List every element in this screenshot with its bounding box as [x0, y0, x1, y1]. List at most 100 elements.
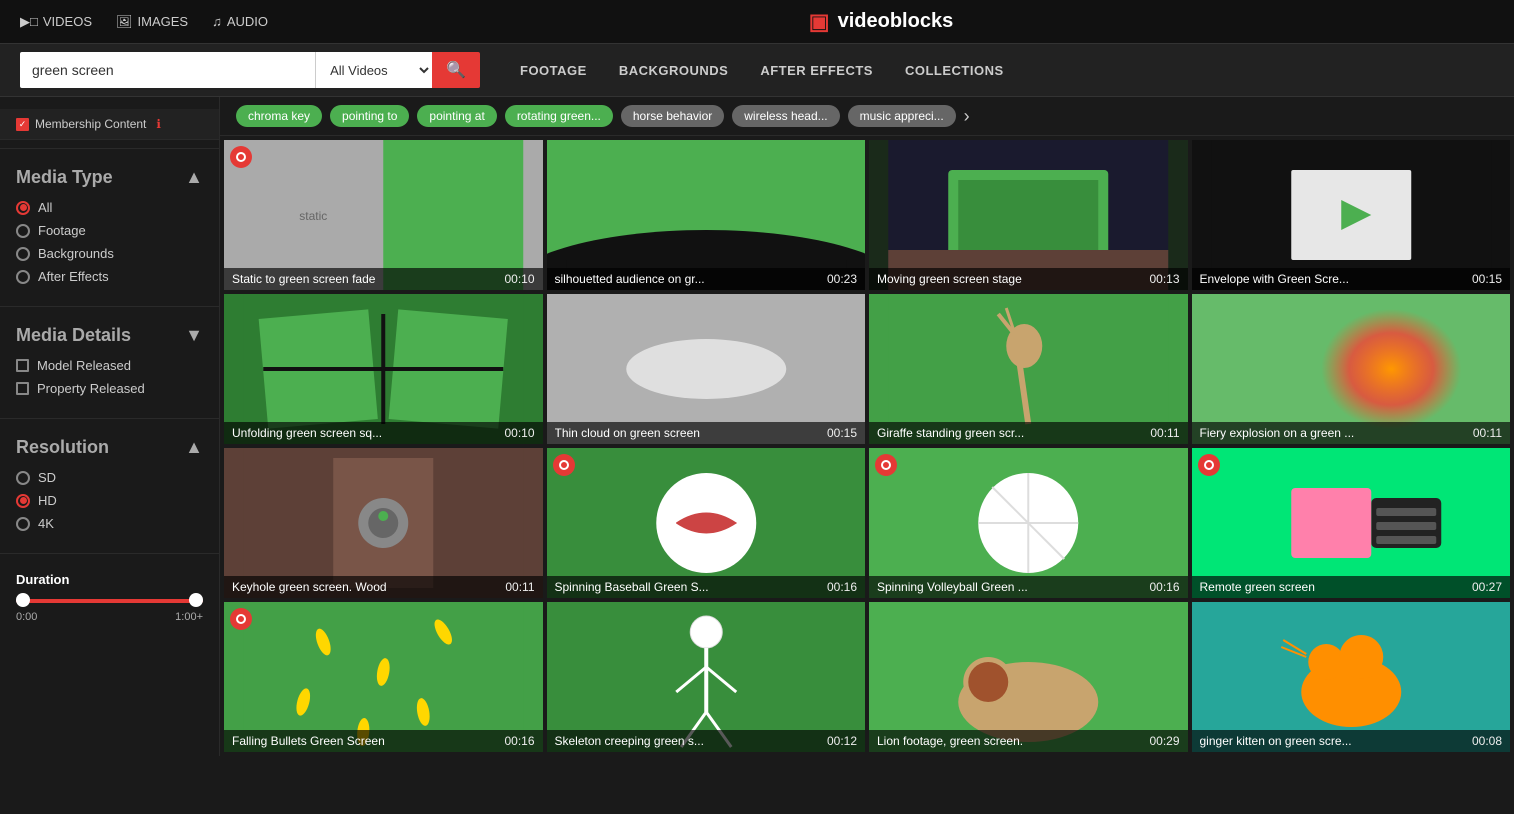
checkbox-property-released[interactable]: [16, 382, 29, 395]
search-bar: All Videos Footage Backgrounds After Eff…: [0, 44, 1514, 97]
video-duration: 00:15: [827, 426, 857, 440]
video-card[interactable]: Remote green screen00:27: [1192, 448, 1511, 598]
video-duration: 00:29: [1149, 734, 1179, 748]
tab-footage[interactable]: FOOTAGE: [504, 55, 603, 86]
main-layout: Membership Content ℹ Media Type ▲ All Fo…: [0, 97, 1514, 756]
video-title: Keyhole green screen. Wood: [232, 580, 387, 594]
nav-images[interactable]: 🖼 IMAGES: [116, 14, 188, 30]
video-caption: Spinning Volleyball Green ...00:16: [869, 576, 1188, 598]
video-card[interactable]: Thin cloud on green screen00:15: [547, 294, 866, 444]
resolution-title: Resolution ▲: [16, 437, 203, 458]
video-card[interactable]: Giraffe standing green scr...00:11: [869, 294, 1188, 444]
slider-thumb-right[interactable]: [189, 593, 203, 607]
video-title: Fiery explosion on a green ...: [1200, 426, 1355, 440]
sidebar-item-4k[interactable]: 4K: [16, 512, 203, 535]
video-caption: Lion footage, green screen.00:29: [869, 730, 1188, 752]
video-card[interactable]: Fiery explosion on a green ...00:11: [1192, 294, 1511, 444]
chip-chroma-key[interactable]: chroma key: [236, 105, 322, 127]
video-caption: Falling Bullets Green Screen00:16: [224, 730, 543, 752]
radio-footage: [16, 224, 30, 238]
video-card[interactable]: Spinning Volleyball Green ...00:16: [869, 448, 1188, 598]
sidebar-item-footage[interactable]: Footage: [16, 219, 203, 242]
slider-thumb-left[interactable]: [16, 593, 30, 607]
sidebar-item-after-effects[interactable]: After Effects: [16, 265, 203, 288]
chips-next-arrow[interactable]: ›: [964, 106, 970, 127]
chip-horse-behavior[interactable]: horse behavior: [621, 105, 724, 127]
video-title: Moving green screen stage: [877, 272, 1022, 286]
video-card[interactable]: Falling Bullets Green Screen00:16: [224, 602, 543, 752]
video-membership-badge: [875, 454, 897, 476]
video-card[interactable]: ginger kitten on green scre...00:08: [1192, 602, 1511, 752]
video-card[interactable]: Skeleton creeping green s... 00:12: [547, 602, 866, 752]
radio-4k: [16, 517, 30, 531]
video-membership-badge: [1198, 454, 1220, 476]
nav-audio[interactable]: ♫ AUDIO: [212, 14, 268, 29]
radio-all: [16, 201, 30, 215]
video-duration: 00:16: [1149, 580, 1179, 594]
logo-text: videoblocks: [838, 10, 954, 33]
chip-music-appreci[interactable]: music appreci...: [848, 105, 956, 127]
chip-rotating-green[interactable]: rotating green...: [505, 105, 613, 127]
video-caption: Spinning Baseball Green S...00:16: [547, 576, 866, 598]
badge-icon: [881, 460, 891, 470]
tab-after-effects[interactable]: AFTER EFFECTS: [744, 55, 889, 86]
logo[interactable]: ▣ videoblocks: [809, 9, 953, 35]
video-title: Static to green screen fade: [232, 272, 375, 286]
video-caption: Thin cloud on green screen00:15: [547, 422, 866, 444]
badge-icon: [1204, 460, 1214, 470]
sidebar-item-property-released[interactable]: Property Released: [16, 377, 203, 400]
search-button[interactable]: 🔍: [432, 52, 480, 88]
video-card[interactable]: Lion footage, green screen.00:29: [869, 602, 1188, 752]
slider-fill: [16, 599, 203, 603]
chip-pointing-at[interactable]: pointing at: [417, 105, 496, 127]
video-title: Skeleton creeping green s...: [555, 734, 704, 748]
video-card[interactable]: silhouetted audience on gr...00:23: [547, 140, 866, 290]
video-title: ginger kitten on green scre...: [1200, 734, 1352, 748]
radio-all-inner: [20, 204, 27, 211]
sidebar-item-sd[interactable]: SD: [16, 466, 203, 489]
chip-wireless-head[interactable]: wireless head...: [732, 105, 839, 127]
video-duration: 00:10: [504, 426, 534, 440]
chip-pointing-to[interactable]: pointing to: [330, 105, 409, 127]
tab-backgrounds[interactable]: BACKGROUNDS: [603, 55, 745, 86]
video-caption: Skeleton creeping green s... 00:12: [547, 730, 866, 752]
resolution-chevron-icon[interactable]: ▲: [185, 437, 203, 458]
media-type-chevron-icon[interactable]: ▲: [185, 167, 203, 188]
sidebar-item-hd[interactable]: HD: [16, 489, 203, 512]
top-nav-links: ▶□ VIDEOS 🖼 IMAGES ♫ AUDIO: [20, 14, 268, 30]
video-duration: 00:10: [504, 272, 534, 286]
video-duration: 00:23: [827, 272, 857, 286]
sidebar: Membership Content ℹ Media Type ▲ All Fo…: [0, 97, 220, 756]
duration-slider[interactable]: [16, 599, 203, 603]
slider-min-label: 0:00: [16, 611, 37, 623]
video-card[interactable]: static Static to green screen fade00:10: [224, 140, 543, 290]
media-details-title: Media Details ▼: [16, 325, 203, 346]
video-duration: 00:12: [827, 734, 857, 748]
radio-after-effects: [16, 270, 30, 284]
video-title: Giraffe standing green scr...: [877, 426, 1024, 440]
search-input[interactable]: [20, 52, 315, 88]
audio-icon: ♫: [212, 14, 222, 29]
sidebar-item-all[interactable]: All: [16, 196, 203, 219]
sidebar-item-model-released[interactable]: Model Released: [16, 354, 203, 377]
radio-sd: [16, 471, 30, 485]
video-card[interactable]: Keyhole green screen. Wood00:11: [224, 448, 543, 598]
media-details-chevron-icon[interactable]: ▼: [185, 325, 203, 346]
video-card[interactable]: Spinning Baseball Green S...00:16: [547, 448, 866, 598]
video-card[interactable]: Envelope with Green Scre...00:15: [1192, 140, 1511, 290]
video-title: Envelope with Green Scre...: [1200, 272, 1349, 286]
membership-info-icon[interactable]: ℹ: [156, 117, 161, 131]
video-card[interactable]: Moving green screen stage00:13: [869, 140, 1188, 290]
membership-checkbox[interactable]: [16, 118, 29, 131]
video-card[interactable]: Unfolding green screen sq...00:10: [224, 294, 543, 444]
main-content: chroma key pointing to pointing at rotat…: [220, 97, 1514, 756]
search-type-select[interactable]: All Videos Footage Backgrounds After Eff…: [315, 52, 432, 88]
tab-collections[interactable]: COLLECTIONS: [889, 55, 1020, 86]
checkbox-model-released[interactable]: [16, 359, 29, 372]
video-duration: 00:16: [827, 580, 857, 594]
sidebar-item-backgrounds[interactable]: Backgrounds: [16, 242, 203, 265]
badge-icon: [236, 152, 246, 162]
radio-hd-inner: [20, 497, 27, 504]
video-membership-badge: [553, 454, 575, 476]
nav-videos[interactable]: ▶□ VIDEOS: [20, 14, 92, 30]
